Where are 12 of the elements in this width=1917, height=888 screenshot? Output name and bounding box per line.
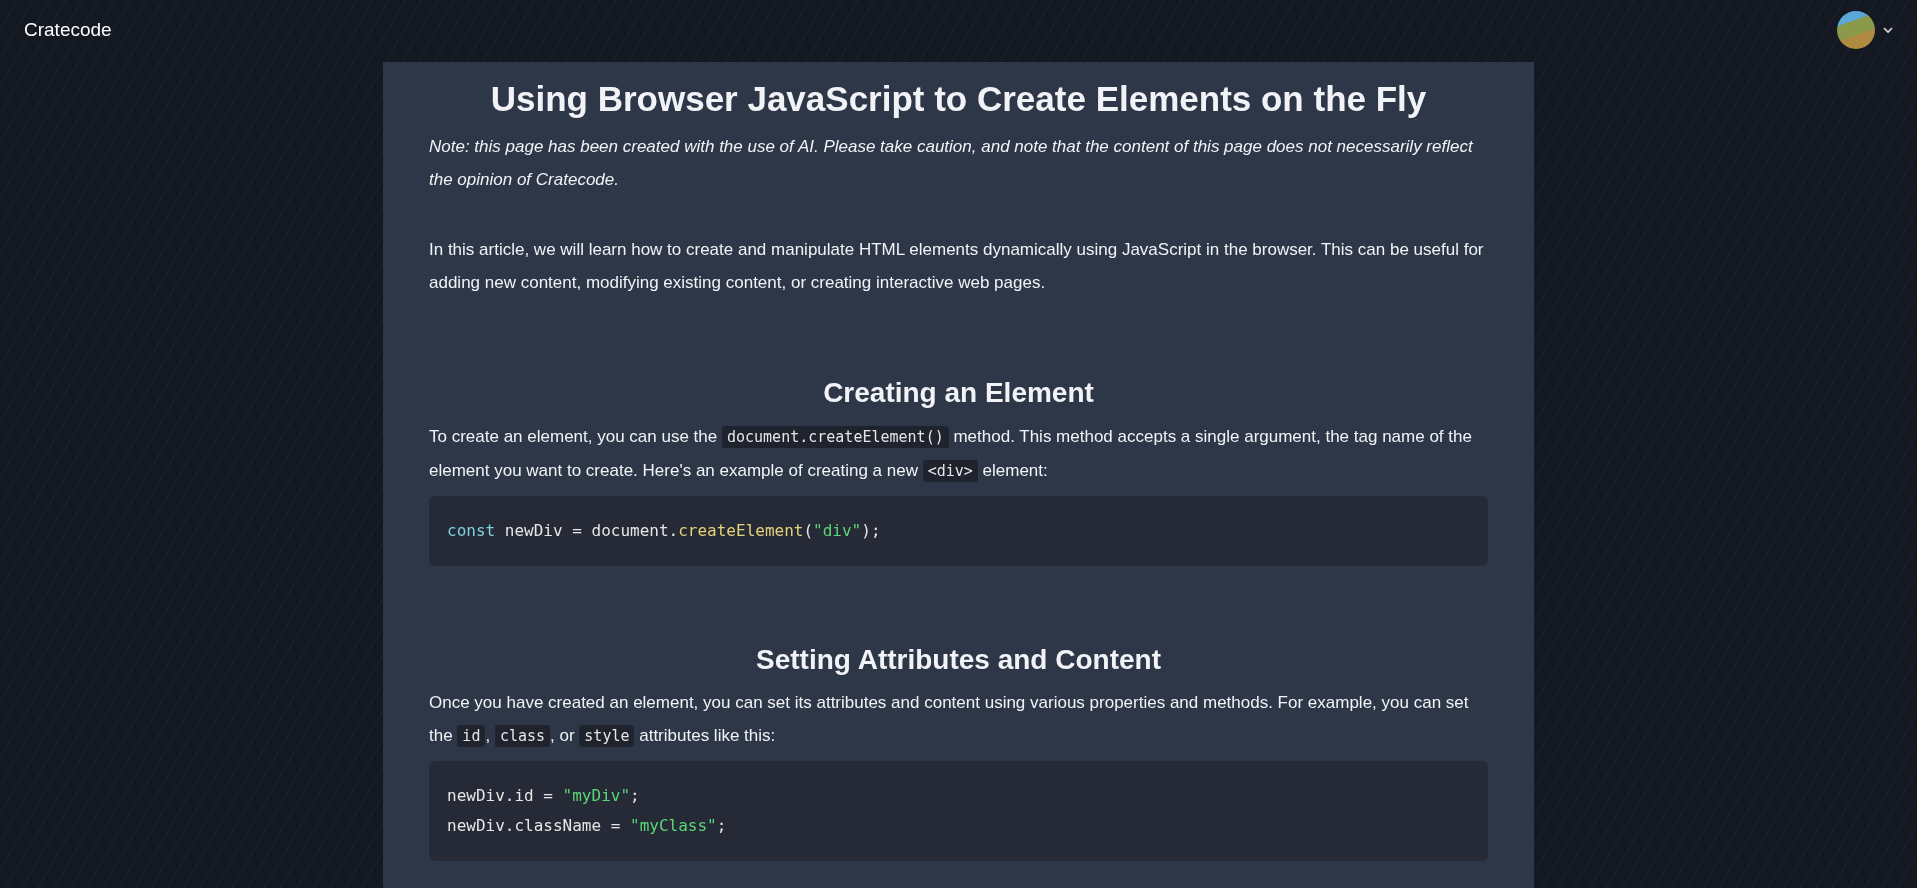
code-block: const newDiv = document.createElement("div"); [429,495,1488,566]
paragraph: To create an element, you can use the document.createElement() method. This method accepts a single argument, the tag name of the element you want to create. Here's an example of creating a new <div> element: [429,424,1473,484]
paragraph: Once you have created an element, you can set its attributes and content using various properties and methods. For example, you can set the id , class , or style attributes like this: [429,692,1470,750]
section-heading: Setting Attributes and Content [755,642,1162,677]
chevron-down-icon[interactable] [1883,26,1893,34]
avatar-photo[interactable] [1837,11,1875,49]
ai-note: Note: this page has been created with the use of AI. Please take caution, and note that the content of this page does not necessarily reflect the opinion of Cratecode. [429,136,1475,191]
article-title: Using Browser JavaScript to Create Elements on the Fly [489,78,1428,120]
code-block: newDiv.id = "myDiv"; newDiv.className = "myClass"; [429,761,1488,862]
section-heading: Creating an Element [822,376,1095,410]
site-logo[interactable]: Cratecode [24,15,112,45]
paragraph: In this article, we will learn how to create and manipulate HTML elements dynamically using JavaScript in the browser. This can be useful for adding new content, modifying existing content, or creating interactive web pages. [429,239,1485,294]
